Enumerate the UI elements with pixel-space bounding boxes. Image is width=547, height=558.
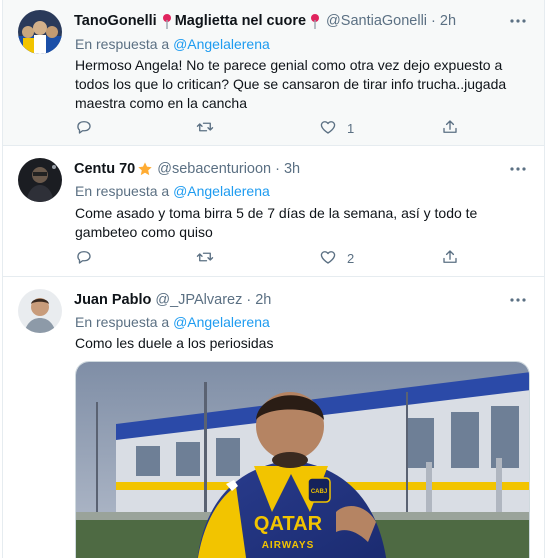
timestamp[interactable]: 2h [440, 13, 456, 29]
jersey-crest: CABJ [311, 489, 327, 495]
tweet[interactable]: Centu 70 @sebacenturioon · 3h En respues… [3, 146, 544, 277]
avatar[interactable] [18, 10, 62, 54]
share-icon [441, 118, 459, 139]
retweet-button[interactable] [196, 248, 224, 268]
tweet[interactable]: TanoGonelli Maglietta nel cuore @SantiaG… [3, 0, 544, 146]
reply-context: En respuesta a @Angelalerena [75, 183, 270, 199]
reply-context: En respuesta a @Angelalerena [75, 314, 270, 330]
star-icon [137, 161, 153, 177]
reply-button[interactable] [75, 248, 103, 268]
like-icon [319, 118, 337, 139]
like-count: 2 [347, 250, 355, 266]
user-handle[interactable]: @_JPAlvarez [155, 292, 242, 308]
separator-dot: · [431, 13, 436, 29]
like-count: 1 [347, 120, 355, 136]
more-icon[interactable] [508, 11, 528, 31]
separator-dot: · [246, 292, 252, 308]
tweet-actions: 2 [75, 248, 463, 268]
like-icon [319, 248, 337, 269]
media-photo: CABJ QATAR AIRWAYS [76, 362, 529, 558]
reply-icon [75, 118, 93, 139]
more-icon[interactable] [508, 159, 528, 179]
user-handle[interactable]: @SantiaGonelli [326, 13, 427, 29]
share-button[interactable] [441, 248, 459, 268]
timestamp[interactable]: 3h [284, 161, 300, 177]
share-icon [441, 248, 459, 269]
display-name[interactable]: Juan Pablo [74, 292, 151, 308]
tweet-header: TanoGonelli Maglietta nel cuore @SantiaG… [74, 11, 528, 31]
like-button[interactable]: 2 [319, 248, 354, 268]
display-name-extra: Maglietta nel cuore [174, 13, 307, 29]
pin-icon [310, 13, 320, 29]
reply-prefix: En respuesta a [75, 183, 170, 199]
reply-mention[interactable]: @Angelalerena [173, 36, 270, 52]
reply-mention[interactable]: @Angelalerena [173, 314, 270, 330]
like-button[interactable]: 1 [319, 118, 354, 138]
tweet-text: Hermoso Angela! No te parece genial como… [75, 57, 507, 111]
timestamp[interactable]: 2h [255, 292, 271, 308]
retweet-icon [196, 118, 214, 139]
reply-prefix: En respuesta a [75, 314, 170, 330]
reply-icon [75, 248, 93, 269]
avatar[interactable] [18, 158, 62, 202]
tweet-text: Como les duele a los periosidas [75, 335, 274, 351]
tweet-header: Centu 70 @sebacenturioon · 3h [74, 159, 528, 179]
reply-prefix: En respuesta a [75, 36, 170, 52]
more-icon[interactable] [508, 290, 528, 310]
display-name[interactable]: Centu 70 [74, 161, 135, 177]
tweet-header: Juan Pablo @_JPAlvarez · 2h [74, 290, 528, 310]
jersey-sponsor-line1: QATAR [254, 513, 323, 535]
tweet-actions: 1 [75, 118, 463, 138]
share-button[interactable] [441, 118, 459, 138]
separator-dot: · [275, 161, 280, 177]
reply-button[interactable] [75, 118, 103, 138]
pin-icon [162, 13, 172, 29]
reply-mention[interactable]: @Angelalerena [173, 183, 270, 199]
display-name[interactable]: TanoGonelli [74, 13, 157, 29]
reply-context: En respuesta a @Angelalerena [75, 36, 270, 52]
jersey-sponsor-line2: AIRWAYS [262, 540, 315, 551]
tweet[interactable]: Juan Pablo @_JPAlvarez · 2h En respuesta… [3, 277, 544, 558]
retweet-button[interactable] [196, 118, 224, 138]
user-handle[interactable]: @sebacenturioon [157, 161, 271, 177]
avatar[interactable] [18, 289, 62, 333]
tweet-text: Come asado y toma birra 5 de 7 días de l… [75, 205, 478, 240]
timeline: TanoGonelli Maglietta nel cuore @SantiaG… [2, 0, 545, 558]
tweet-media-image[interactable]: CABJ QATAR AIRWAYS [75, 361, 530, 558]
retweet-icon [196, 248, 214, 269]
